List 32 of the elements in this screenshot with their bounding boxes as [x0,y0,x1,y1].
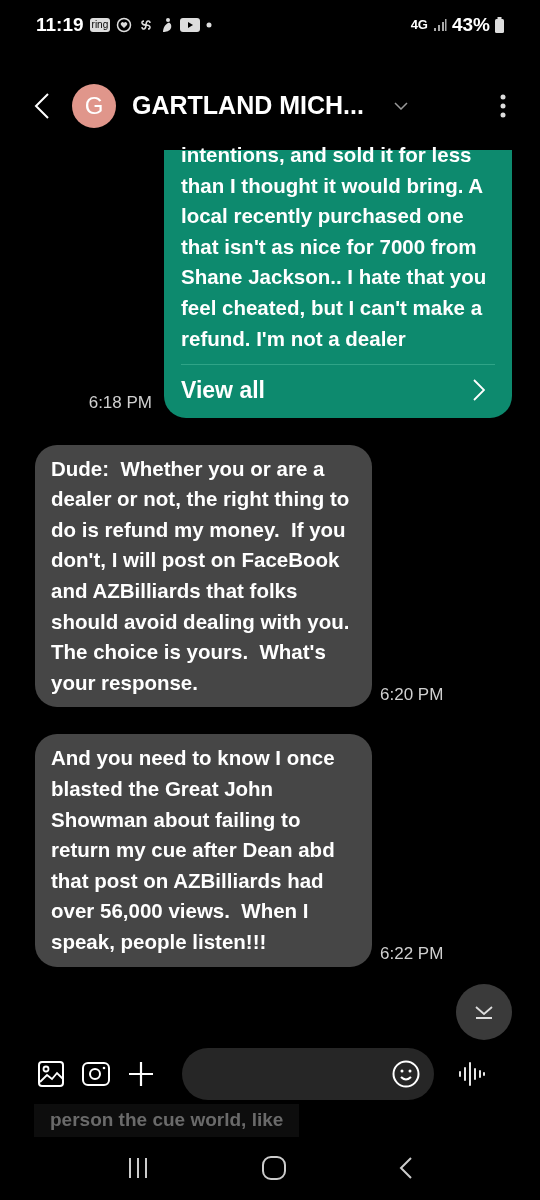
message-text: And you need to know I once blasted the Great John Showman about failing to return my cue after Dean abd that post on AZBilliards had over 56,000 views. When I speak, people listen!!! [51,745,336,955]
more-options-icon[interactable] [500,94,506,118]
chevron-down-icon[interactable] [393,102,408,110]
scroll-down-button[interactable] [456,984,512,1040]
network-label: 4G [410,16,428,35]
back-icon[interactable] [399,1156,414,1181]
play-icon [180,18,201,32]
emoji-icon[interactable] [392,1060,420,1088]
faded-draft-text: person the cue world, like [34,1104,300,1137]
clock: 11:19 [36,12,84,37]
voice-icon[interactable] [458,1061,486,1087]
battery-percent: 43% [451,12,490,37]
recent-apps-icon[interactable] [126,1157,149,1180]
signal-icon [432,18,447,32]
contact-name[interactable]: GARTLAND MICH... [132,87,364,125]
gallery-icon[interactable] [38,1061,64,1087]
message-time: 6:22 PM [380,943,444,966]
message-text: intentions, and sold it for less than I thought it would bring. A local recently purchased one that isn't as nice for 7000 from Shane Jackson.. I hate that you feel cheated, but I can't make a refund. I'm not a dealer [181,142,488,352]
chevron-down-icon [474,1005,494,1019]
contact-avatar: G [72,84,116,128]
message-input-field[interactable] [182,1048,434,1100]
chevron-right-icon [473,379,485,402]
dot-icon [206,22,213,28]
message-text: Dude: Whether you or are a dealer or not, the right thing to do is refund my money. If you don't, I will post on FaceBook and AZBilliards that folks should avoid dealing with you. The choice is yours. What's your response. [51,455,351,696]
plus-icon[interactable] [128,1061,154,1087]
ring-app-badge: ring [89,18,111,32]
home-icon[interactable] [262,1156,286,1181]
view-all-button[interactable]: View all [181,373,495,408]
camera-icon[interactable] [82,1062,110,1086]
battery-icon [495,17,504,33]
message-time: 6:20 PM [380,683,444,706]
message-time: 6:18 PM [88,392,152,415]
